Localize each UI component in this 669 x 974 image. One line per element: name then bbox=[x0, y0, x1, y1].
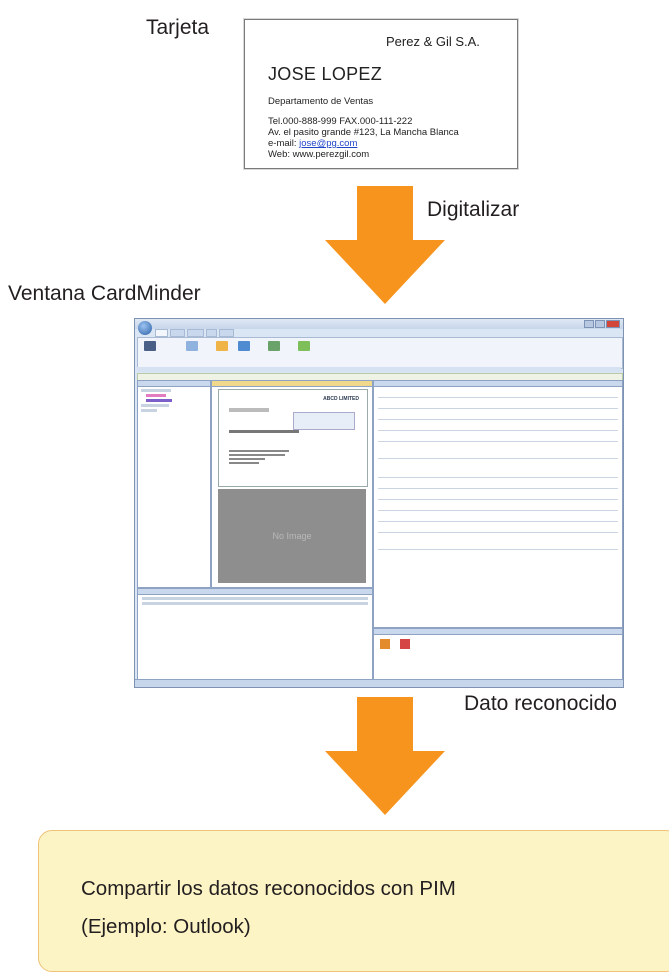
scanned-card-thumbnail: ABCD LIMITED bbox=[218, 389, 368, 487]
attached-files-pane bbox=[373, 628, 623, 680]
scan-icon bbox=[144, 341, 156, 351]
ribbon-toolbar bbox=[137, 337, 623, 369]
minimize-icon bbox=[584, 320, 594, 328]
card-person-name: JOSE LOPEZ bbox=[268, 64, 383, 84]
share-line-1: Compartir los datos reconocidos con PIM bbox=[81, 877, 456, 900]
down-arrow-share bbox=[325, 697, 445, 815]
scan-label: Digitalizar bbox=[427, 198, 520, 221]
card-address: Av. el pasito grande #123, La Mancha Bla… bbox=[268, 127, 459, 138]
close-icon bbox=[606, 320, 620, 328]
recognize-icon bbox=[186, 341, 198, 351]
ribbon-group-labels bbox=[137, 367, 621, 372]
recognized-label: Dato reconocido bbox=[464, 692, 617, 715]
attachment-icon bbox=[380, 639, 390, 649]
card-contact-block: Tel.000-888-999 FAX.000-111-222 Av. el p… bbox=[268, 116, 459, 160]
pdf-icon bbox=[400, 639, 410, 649]
ribbon-tab bbox=[206, 329, 217, 337]
ribbon-tabs bbox=[155, 329, 235, 337]
application-icon bbox=[268, 341, 280, 351]
export-icon bbox=[298, 341, 310, 351]
card-email-line: e-mail: jose@pg.com bbox=[268, 138, 459, 149]
folder-pane bbox=[137, 380, 211, 588]
window-label: Ventana CardMinder bbox=[8, 282, 201, 305]
thumbnail-company: ABCD LIMITED bbox=[323, 396, 359, 402]
card-list-pane bbox=[137, 588, 373, 680]
email-icon bbox=[216, 341, 228, 351]
maximize-icon bbox=[595, 320, 605, 328]
card-email-label: e-mail: bbox=[268, 138, 300, 149]
window-controls bbox=[584, 320, 620, 328]
card-phone: Tel.000-888-999 FAX.000-111-222 bbox=[268, 116, 413, 127]
card-image-pane: ABCD LIMITED No Image bbox=[211, 380, 373, 588]
no-image-placeholder: No Image bbox=[218, 489, 366, 583]
card-data-pane bbox=[373, 380, 623, 628]
web-icon bbox=[238, 341, 250, 351]
app-orb-icon bbox=[138, 321, 152, 335]
card-email-link[interactable]: jose@pg.com bbox=[299, 138, 357, 149]
cardminder-window-screenshot: ABCD LIMITED No Image bbox=[134, 318, 624, 688]
window-titlebar bbox=[135, 319, 623, 329]
share-with-pim-box: Compartir los datos reconocidos con PIM … bbox=[38, 830, 669, 972]
ribbon-tab bbox=[218, 329, 235, 337]
card-company: Perez & Gil S.A. bbox=[386, 34, 480, 49]
share-line-2: (Ejemplo: Outlook) bbox=[81, 915, 251, 938]
ribbon-tab bbox=[187, 329, 205, 337]
card-department: Departamento de Ventas bbox=[268, 96, 374, 107]
window-statusbar bbox=[135, 679, 623, 687]
ribbon-tab bbox=[170, 329, 186, 337]
card-label: Tarjeta bbox=[146, 16, 210, 39]
business-card: Perez & Gil S.A. JOSE LOPEZ Departamento… bbox=[244, 19, 518, 169]
card-web: Web: www.perezgil.com bbox=[268, 149, 370, 160]
ribbon-tab bbox=[155, 329, 169, 337]
